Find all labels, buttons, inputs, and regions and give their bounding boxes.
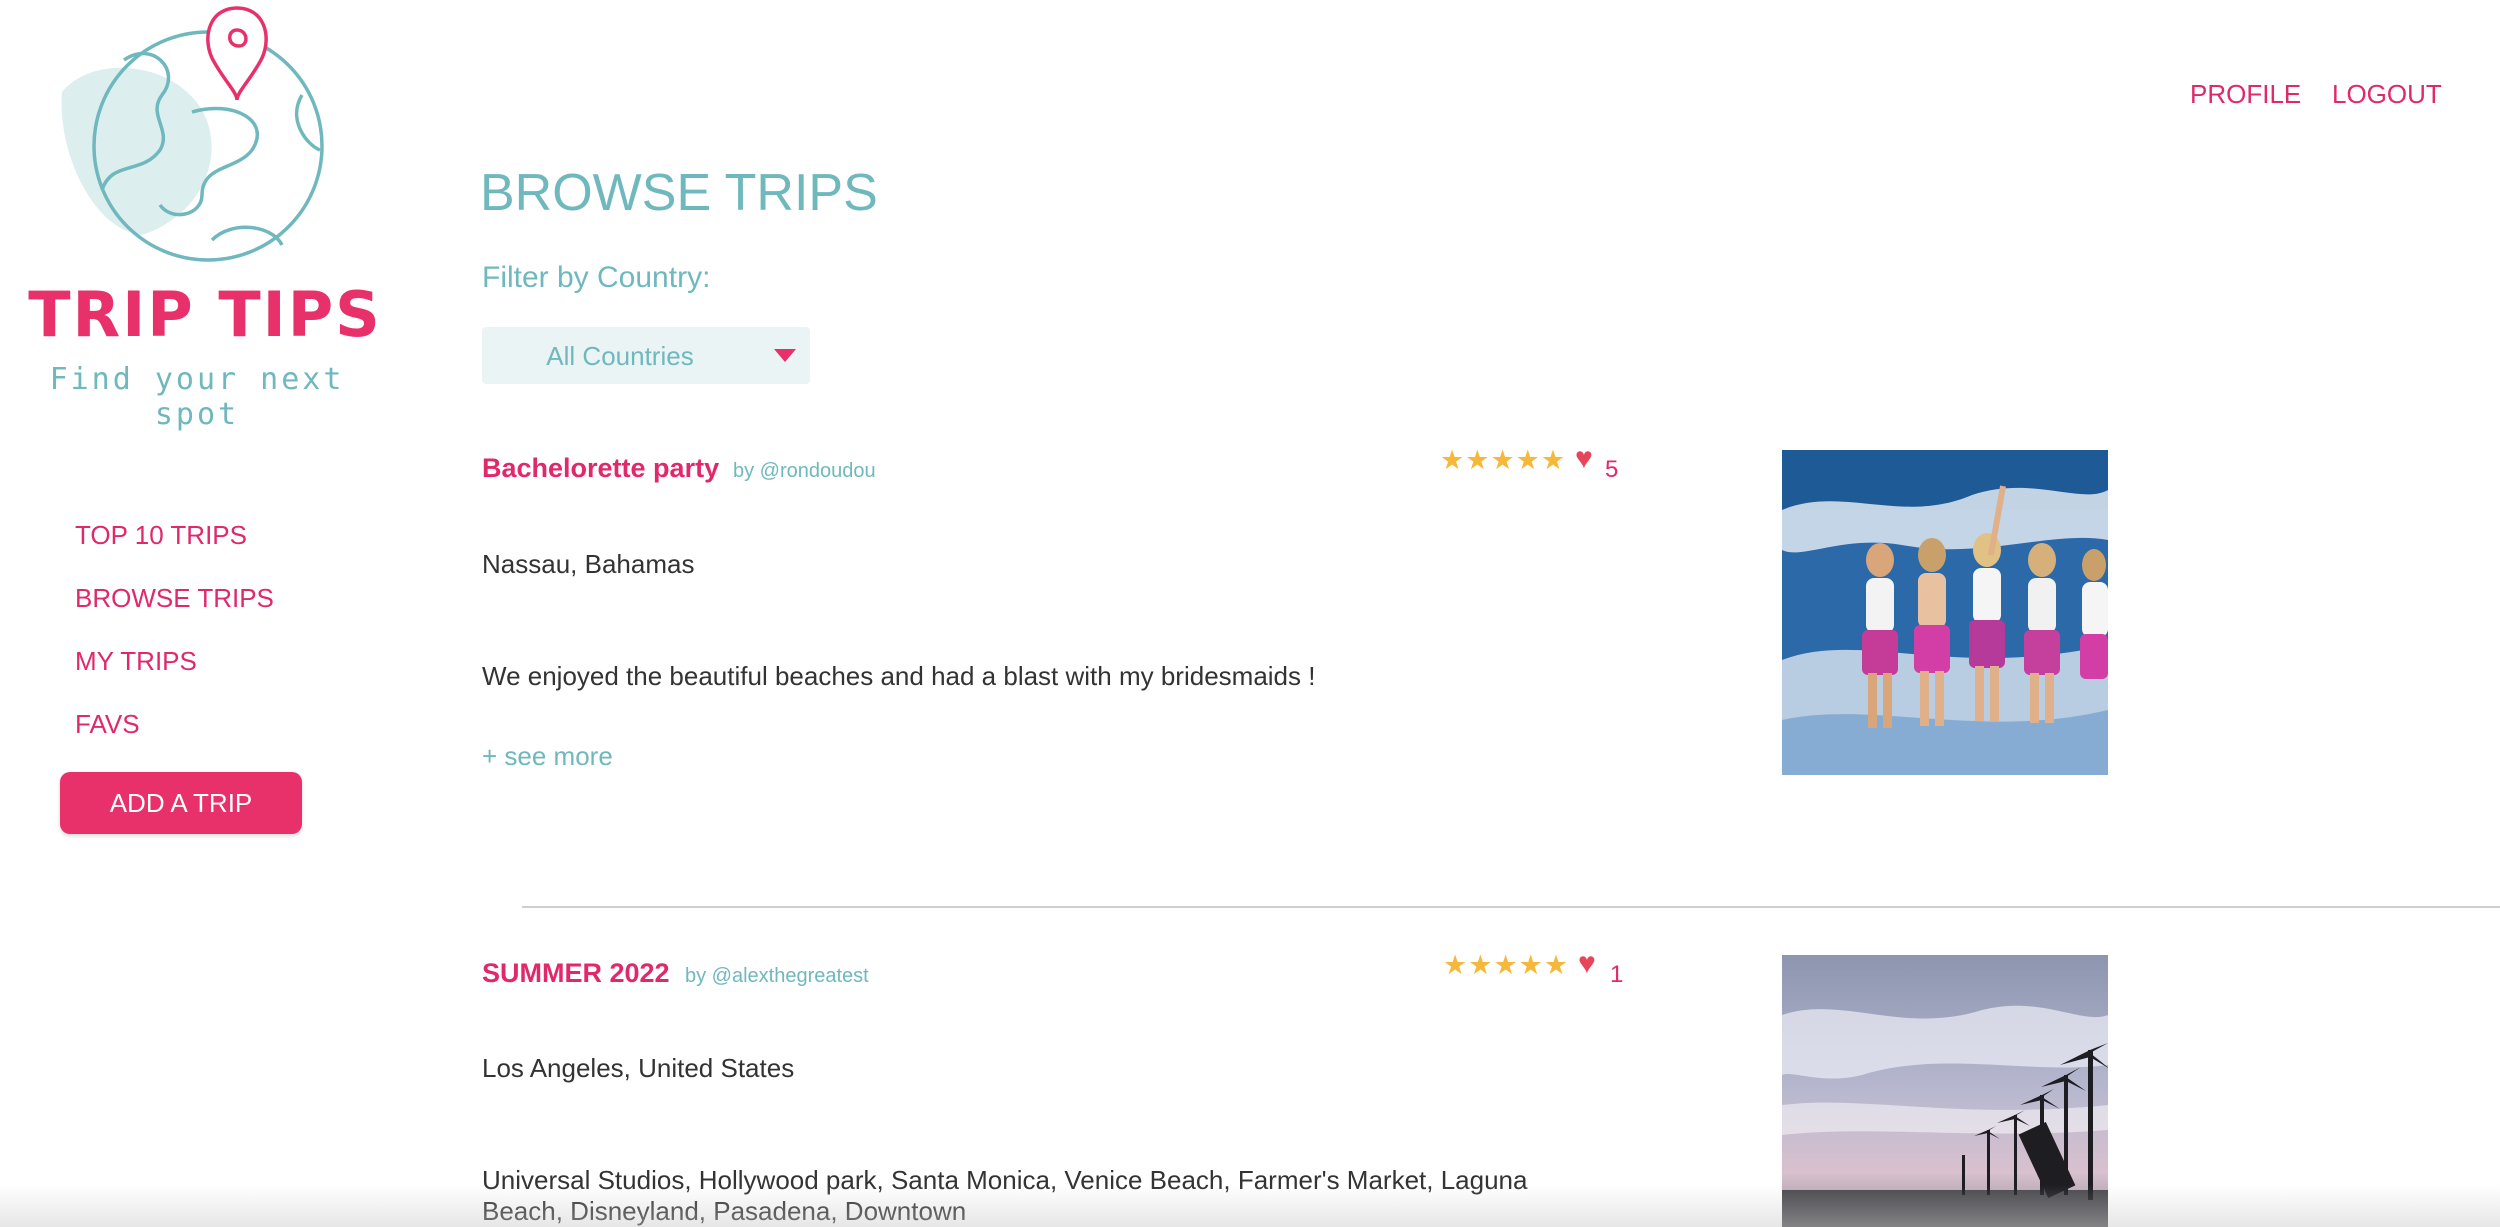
trip-location: Nassau, Bahamas — [482, 549, 695, 579]
star-icon: ★ — [1540, 445, 1566, 475]
trip-title[interactable]: Bachelorette party — [482, 453, 719, 484]
star-icon: ★ — [1468, 950, 1493, 980]
star-icon: ★ — [1515, 445, 1540, 475]
caret-down-icon — [774, 349, 796, 362]
trip-author[interactable]: by @rondoudou — [733, 460, 876, 483]
trip-divider — [522, 906, 2500, 908]
trip-description: We enjoyed the beautiful beaches and had… — [482, 661, 1316, 691]
filter-label: Filter by Country: — [482, 261, 711, 294]
country-filter-select[interactable]: All Countries — [482, 327, 810, 384]
rating-stars: ★ ★ ★ ★ ★ — [1440, 447, 1565, 474]
trip-location: Los Angeles, United States — [482, 1053, 795, 1083]
star-icon: ★ — [1543, 950, 1569, 980]
trip-title[interactable]: SUMMER 2022 — [482, 958, 670, 989]
globe-pin-logo — [61, 6, 324, 262]
star-icon: ★ — [1493, 950, 1518, 980]
sidebar-item-top10[interactable]: TOP 10 TRIPS — [75, 520, 247, 551]
country-select-value: All Countries — [546, 341, 694, 371]
star-icon: ★ — [1490, 445, 1515, 475]
page-title: BROWSE TRIPS — [480, 164, 878, 222]
profile-link[interactable]: PROFILE — [2190, 79, 2301, 110]
trip-description: Universal Studios, Hollywood park, Santa… — [482, 1165, 1528, 1226]
heart-icon[interactable]: ♥ — [1578, 949, 1596, 979]
trip-photo[interactable] — [1782, 450, 2108, 775]
sidebar-item-my-trips[interactable]: MY TRIPS — [75, 646, 197, 677]
star-icon: ★ — [1440, 445, 1465, 475]
sidebar-item-browse[interactable]: BROWSE TRIPS — [75, 583, 274, 614]
rating-stars: ★ ★ ★ ★ ★ — [1443, 952, 1568, 979]
star-icon: ★ — [1465, 445, 1490, 475]
like-count: 1 — [1610, 961, 1624, 988]
sidebar-item-favs[interactable]: FAVS — [75, 709, 140, 740]
trip-author[interactable]: by @alexthegreatest — [685, 965, 869, 988]
brand-tagline: Find your next spot — [49, 362, 345, 432]
add-trip-button[interactable]: ADD A TRIP — [60, 772, 302, 834]
brand-title: TRIP TIPS — [28, 278, 382, 351]
heart-icon[interactable]: ♥ — [1575, 444, 1593, 474]
star-icon: ★ — [1443, 950, 1468, 980]
like-count: 5 — [1605, 456, 1619, 483]
logout-link[interactable]: LOGOUT — [2332, 79, 2442, 110]
see-more-link[interactable]: + see more — [482, 741, 613, 772]
star-icon: ★ — [1518, 950, 1543, 980]
trip-photo[interactable] — [1782, 955, 2108, 1227]
